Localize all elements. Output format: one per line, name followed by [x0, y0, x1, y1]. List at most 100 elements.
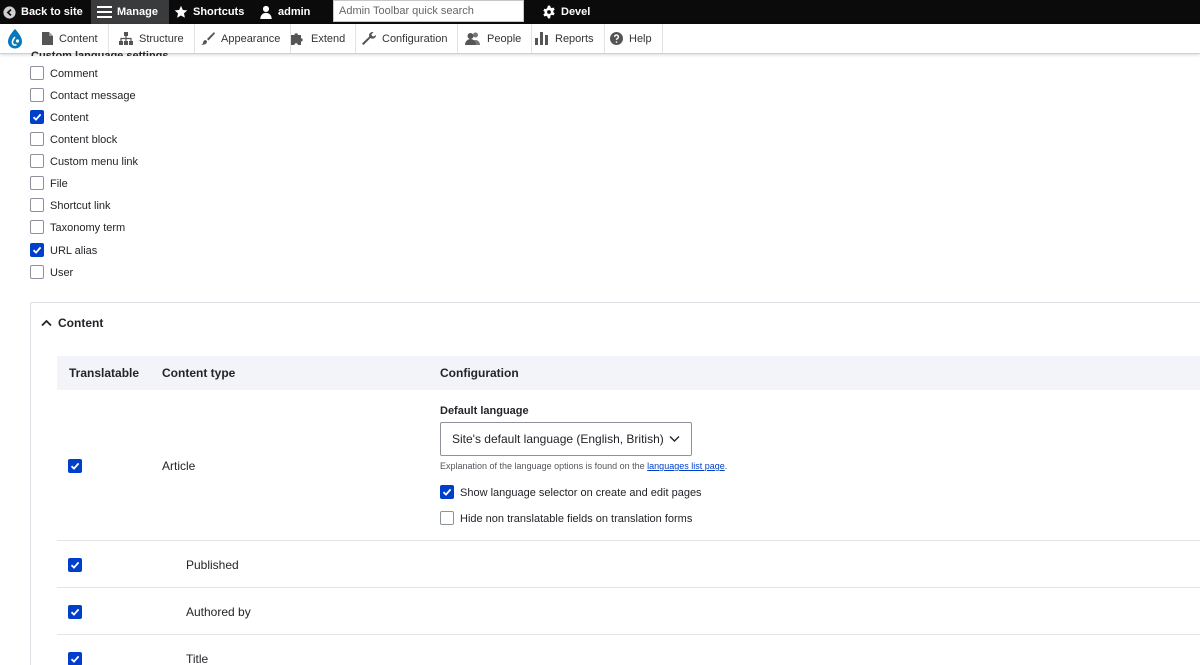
drupal-drop-icon: [8, 29, 22, 49]
checkbox-label: Taxonomy term: [50, 222, 126, 234]
default-language-select[interactable]: Site's default language (English, Britis…: [440, 422, 692, 456]
checkbox-shortcut-link[interactable]: [30, 198, 44, 212]
checkbox-label: Contact message: [50, 90, 136, 102]
content-details-title: Content: [58, 316, 104, 330]
menu-item-label: Reports: [555, 32, 594, 45]
menu-item-help[interactable]: Help: [600, 24, 663, 53]
hide-non-translatable-label: Hide non translatable fields on translat…: [460, 513, 693, 525]
help-suffix: .: [724, 461, 728, 471]
menu-item-label: Help: [629, 32, 652, 45]
devel-label: Devel: [561, 6, 591, 18]
menu-item-label: Structure: [139, 32, 184, 45]
menu-item-label: Extend: [311, 32, 346, 45]
checkmark-icon: [70, 561, 80, 569]
checkbox-taxonomy-term[interactable]: [30, 220, 44, 234]
chevron-down-icon: [669, 436, 680, 442]
default-language-value: Site's default language (English, Britis…: [452, 432, 664, 446]
sitemap-icon: [119, 32, 133, 45]
back-to-site-label: Back to site: [21, 6, 83, 18]
field-label: Published: [186, 558, 239, 572]
article-content-type-label: Article: [162, 459, 196, 473]
checkbox-label: URL alias: [50, 245, 98, 257]
back-to-site-link[interactable]: Back to site: [3, 0, 83, 24]
checkmark-icon: [70, 462, 80, 470]
menu-item-people[interactable]: People: [455, 24, 533, 53]
menu-item-extend[interactable]: Extend: [281, 24, 357, 53]
manage-label: Manage: [117, 6, 158, 18]
checkmark-icon: [32, 246, 42, 254]
checkbox-comment[interactable]: [30, 66, 44, 80]
hide-non-translatable-checkbox[interactable]: [440, 511, 454, 525]
admin-toolbar: Back to site Manage Shortcuts admin Deve…: [0, 0, 1200, 24]
languages-list-page-link[interactable]: languages list page: [647, 461, 725, 471]
checkmark-icon: [70, 655, 80, 663]
field-label: Title: [186, 652, 209, 665]
arrow-left-circle-icon: [3, 5, 16, 19]
field-label: Authored by: [186, 605, 251, 619]
checkbox-label: Comment: [50, 68, 98, 80]
user-tab[interactable]: admin: [259, 0, 310, 24]
checkbox-label: Custom menu link: [50, 156, 139, 168]
checkbox-content[interactable]: [30, 110, 44, 124]
paintbrush-icon: [201, 32, 215, 45]
checkbox-label: Content: [50, 112, 89, 124]
toolbar-search-input[interactable]: [333, 0, 524, 22]
drupal-logo[interactable]: [0, 24, 30, 54]
menu-item-label: Content: [59, 32, 98, 45]
file-icon: [42, 32, 53, 45]
checkmark-icon: [32, 113, 42, 121]
checkbox-custom-menu-link[interactable]: [30, 154, 44, 168]
checkbox-label: Content block: [50, 134, 118, 146]
language-options-help: Explanation of the language options is f…: [440, 461, 727, 471]
custom-language-settings-heading: Custom language settings: [31, 50, 169, 56]
checkbox-content-block[interactable]: [30, 132, 44, 146]
people-icon: [465, 32, 480, 45]
user-label: admin: [278, 6, 311, 18]
menu-item-label: Appearance: [221, 32, 281, 45]
menu-item-reports[interactable]: Reports: [525, 24, 605, 53]
shortcuts-label: Shortcuts: [193, 6, 245, 18]
row-divider: [57, 540, 1200, 541]
default-language-label: Default language: [440, 405, 529, 417]
article-translatable-checkbox[interactable]: [68, 459, 82, 473]
checkbox-user[interactable]: [30, 265, 44, 279]
checkbox-url-alias[interactable]: [30, 243, 44, 257]
admin-menu-tray: Content Structure Appearance Extend Conf…: [0, 24, 1200, 54]
menu-item-label: People: [487, 32, 522, 45]
show-language-selector-label: Show language selector on create and edi…: [460, 487, 702, 499]
field-authored-by-checkbox[interactable]: [68, 605, 82, 619]
chevron-up-icon: [41, 319, 52, 327]
user-icon: [260, 5, 272, 19]
column-header-configuration: Configuration: [440, 366, 519, 380]
column-header-translatable: Translatable: [69, 366, 140, 380]
puzzle-icon: [291, 33, 303, 45]
translation-table-header: Translatable Content type Configuration: [57, 356, 1200, 390]
show-language-selector-checkbox[interactable]: [440, 485, 454, 499]
menu-item-configuration[interactable]: Configuration: [352, 24, 459, 53]
wrench-icon: [362, 32, 376, 45]
checkmark-icon: [442, 488, 452, 496]
checkbox-contact-message[interactable]: [30, 88, 44, 102]
help-prefix: Explanation of the language options is f…: [440, 461, 648, 471]
row-divider: [57, 634, 1200, 635]
devel-tab[interactable]: Devel: [542, 0, 590, 24]
hamburger-icon: [97, 6, 112, 18]
checkbox-label: User: [50, 267, 74, 279]
checkbox-label: File: [50, 178, 68, 190]
star-icon: [174, 5, 188, 18]
help-icon: [610, 32, 623, 45]
gear-icon: [543, 5, 555, 19]
checkbox-label: Shortcut link: [50, 200, 111, 212]
field-title-checkbox[interactable]: [68, 652, 82, 665]
manage-tab[interactable]: Manage: [91, 0, 169, 24]
bar-chart-icon: [535, 32, 548, 45]
menu-item-label: Configuration: [382, 32, 448, 45]
menu-item-appearance[interactable]: Appearance: [191, 24, 292, 53]
content-details-summary[interactable]: Content: [41, 313, 103, 333]
shortcuts-tab[interactable]: Shortcuts: [174, 0, 244, 24]
field-published-checkbox[interactable]: [68, 558, 82, 572]
checkbox-file[interactable]: [30, 176, 44, 190]
checkmark-icon: [70, 608, 80, 616]
column-header-content-type: Content type: [162, 366, 236, 380]
row-divider: [57, 587, 1200, 588]
